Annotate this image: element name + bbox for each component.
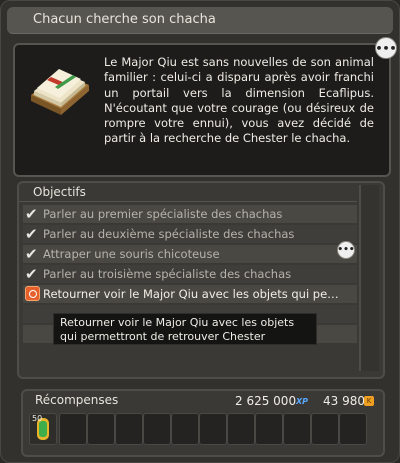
objective-label: Parler au premier spécialiste des chacha… <box>43 207 283 221</box>
reward-slot-empty <box>199 413 227 445</box>
check-icon: ✔ <box>25 245 38 263</box>
title-bar[interactable]: Chacun cherche son chacha <box>7 7 393 34</box>
reward-item-slot[interactable]: 50 <box>29 413 57 445</box>
objective-label: Attraper une souris chicoteuse <box>43 247 220 261</box>
reward-slot-empty <box>339 413 367 445</box>
xp-value: 2 625 000 <box>235 394 297 408</box>
check-icon: ✔ <box>25 265 38 283</box>
xp-icon: XP <box>296 397 309 406</box>
kamas-icon: K <box>364 396 374 406</box>
objectives-title: Objectifs <box>33 185 86 199</box>
chat-bubble-icon[interactable]: ••• <box>375 37 397 59</box>
rewards-panel: Récompenses 2 625 000 XP 43 980 K 50 <box>21 389 385 457</box>
kamas-value: 43 980 <box>323 394 365 408</box>
objectives-scrollbar[interactable] <box>359 185 379 371</box>
objective-row[interactable]: ✔ Attraper une souris chicoteuse <box>23 245 357 263</box>
objectives-panel: Objectifs ✔ Parler au premier spécialist… <box>17 181 385 379</box>
objective-row-current[interactable]: Retourner voir le Major Qiu avec les obj… <box>23 285 357 303</box>
book-icon <box>31 69 89 115</box>
window-title: Chacun cherche son chacha <box>33 12 216 27</box>
reward-slot-empty <box>87 413 115 445</box>
reward-slot-empty <box>143 413 171 445</box>
reward-slot-empty <box>59 413 87 445</box>
objective-row[interactable]: ✔ Parler au troisième spécialiste des ch… <box>23 265 357 283</box>
objective-label: Retourner voir le Major Qiu avec les obj… <box>43 287 339 301</box>
reward-slot-empty <box>255 413 283 445</box>
chat-bubble-icon[interactable]: ••• <box>337 241 355 259</box>
target-icon <box>25 286 40 301</box>
item-quantity: 50 <box>32 414 43 423</box>
reward-slot-empty <box>311 413 339 445</box>
reward-slot-empty <box>283 413 311 445</box>
objectives-header: Objectifs <box>19 183 357 202</box>
objective-tooltip: Retourner voir le Major Qiu avec les obj… <box>53 313 317 345</box>
reward-slot-empty <box>227 413 255 445</box>
check-icon: ✔ <box>25 205 38 223</box>
reward-slot-empty <box>171 413 199 445</box>
rewards-title: Récompenses <box>35 393 119 407</box>
quest-description: Le Major Qiu est sans nouvelles de son a… <box>104 55 374 146</box>
check-icon: ✔ <box>25 225 38 243</box>
quest-window: Chacun cherche son chacha Le Major Qiu e… <box>0 0 400 463</box>
reward-slot-empty <box>115 413 143 445</box>
objective-row[interactable]: ✔ Parler au deuxième spécialiste des cha… <box>23 225 357 243</box>
objective-label: Parler au deuxième spécialiste des chach… <box>43 227 295 241</box>
quest-description-panel: Le Major Qiu est sans nouvelles de son a… <box>13 43 391 177</box>
objective-row[interactable]: ✔ Parler au premier spécialiste des chac… <box>23 205 357 223</box>
objective-label: Parler au troisième spécialiste des chac… <box>43 267 292 281</box>
